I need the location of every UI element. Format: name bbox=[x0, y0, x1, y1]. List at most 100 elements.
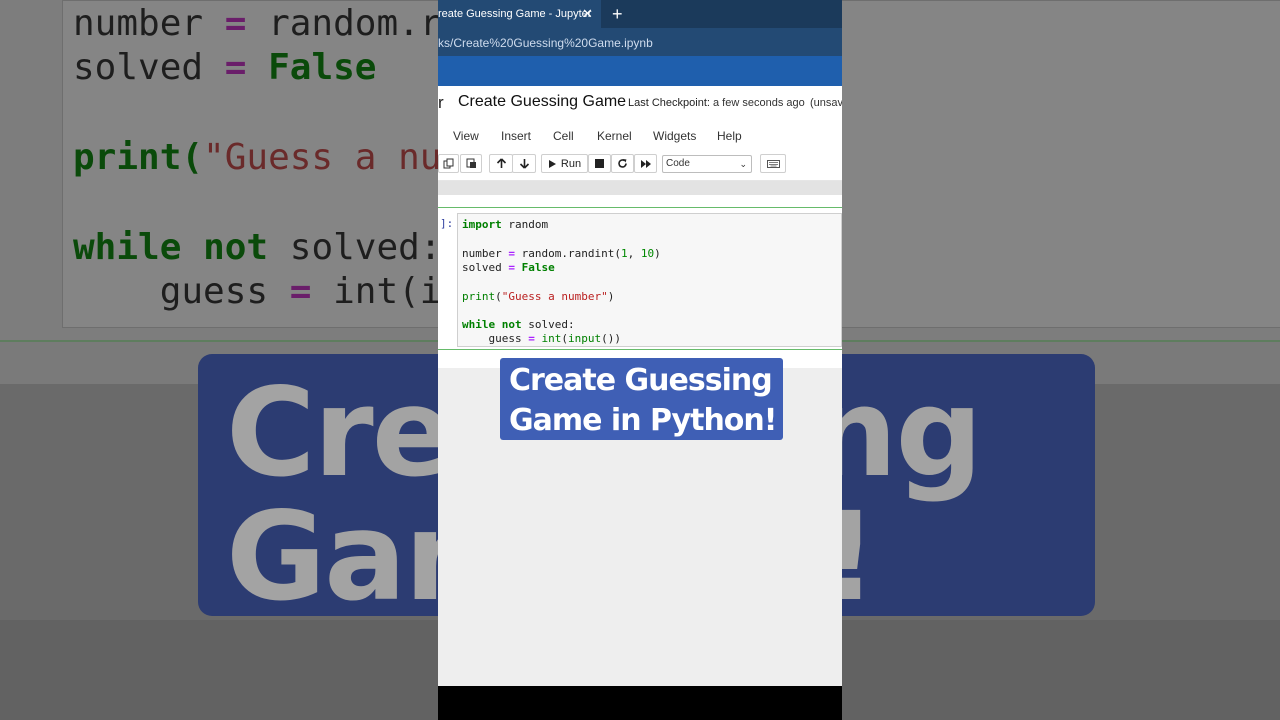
code-token: False bbox=[521, 260, 555, 274]
code-token: guess bbox=[462, 332, 529, 346]
jupyter-top-band bbox=[438, 56, 842, 86]
code-token: while bbox=[462, 318, 496, 332]
code-token: 1 bbox=[620, 246, 628, 260]
bg-code-line: solved = False bbox=[73, 47, 376, 88]
bg-code-token: = bbox=[224, 3, 247, 44]
menu-view[interactable]: View bbox=[453, 129, 479, 143]
run-button[interactable]: Run bbox=[541, 154, 588, 173]
bg-code-line: print("Guess a num bbox=[73, 137, 463, 178]
restart-button[interactable] bbox=[611, 154, 634, 173]
code-token: = bbox=[508, 246, 515, 260]
code-line: number = random.randint(1, 10) bbox=[462, 247, 661, 260]
code-token: ( bbox=[561, 332, 568, 346]
notebook-title[interactable]: Create Guessing Game bbox=[458, 93, 626, 111]
code-token: solved: bbox=[521, 318, 575, 332]
code-token: ()) bbox=[601, 332, 621, 346]
code-line: while not solved: bbox=[462, 318, 575, 331]
checkpoint-label: Last Checkpoint: bbox=[628, 97, 710, 109]
code-token: not bbox=[501, 318, 522, 332]
bg-code-line: guess = int(in bbox=[73, 271, 463, 312]
notebook-header: r Create Guessing Game Last Checkpoint: … bbox=[438, 86, 842, 120]
code-token: ) bbox=[654, 246, 661, 260]
arrow-up-icon bbox=[496, 158, 506, 168]
code-line: solved = False bbox=[462, 261, 555, 274]
browser-tab[interactable]: reate Guessing Game - Jupyter ✕ bbox=[438, 0, 601, 28]
code-token: , bbox=[627, 246, 641, 260]
browser-tab-bar: reate Guessing Game - Jupyter ✕ + bbox=[438, 0, 842, 28]
code-token: number bbox=[462, 246, 509, 260]
menu-widgets[interactable]: Widgets bbox=[653, 129, 696, 143]
new-tab-button[interactable]: + bbox=[612, 0, 623, 28]
checkpoint-value: a few seconds ago bbox=[713, 97, 805, 109]
unsaved-indicator: (unsav bbox=[810, 97, 842, 109]
bg-code-token: solved: bbox=[268, 227, 442, 268]
bg-code-token bbox=[246, 47, 268, 88]
code-editor[interactable]: import random number = random.randint(1, … bbox=[457, 213, 842, 347]
cell-prompt: ]: bbox=[440, 217, 454, 230]
paste-icon bbox=[466, 158, 476, 168]
code-token: ( bbox=[495, 289, 502, 303]
bg-code-token bbox=[181, 227, 203, 268]
bg-code-token: = bbox=[224, 47, 247, 88]
code-token: ) bbox=[607, 289, 615, 303]
video-frame: reate Guessing Game - Jupyter ✕ + ks/Cre… bbox=[438, 0, 842, 720]
code-token: input bbox=[567, 332, 602, 346]
code-token: "Guess a number" bbox=[501, 289, 608, 303]
notebook-gap bbox=[438, 181, 842, 195]
code-token: = bbox=[508, 260, 515, 274]
copy-icon bbox=[443, 158, 454, 169]
move-up-button[interactable] bbox=[489, 154, 513, 173]
menu-bar: View Insert Cell Kernel Widgets Help bbox=[438, 120, 842, 150]
jupyter-logo-fragment[interactable]: r bbox=[438, 93, 444, 113]
paste-cell-button[interactable] bbox=[460, 154, 482, 173]
notebook-container: ]: import random number = random.randint(… bbox=[438, 195, 842, 368]
code-token: = bbox=[528, 332, 535, 346]
menu-help[interactable]: Help bbox=[717, 129, 742, 143]
code-line: guess = int(input()) bbox=[462, 332, 621, 345]
overlay-line1: Create Guessing bbox=[509, 363, 773, 398]
fast-forward-icon bbox=[640, 159, 651, 168]
stop-icon bbox=[595, 159, 604, 168]
overlay-line2: Game in Python! bbox=[509, 403, 777, 438]
menu-cell[interactable]: Cell bbox=[553, 129, 574, 143]
close-icon[interactable]: ✕ bbox=[582, 0, 593, 28]
restart-run-all-button[interactable] bbox=[634, 154, 657, 173]
bg-code-line: while not solved: bbox=[73, 227, 441, 268]
menu-insert[interactable]: Insert bbox=[501, 129, 531, 143]
menu-kernel[interactable]: Kernel bbox=[597, 129, 632, 143]
video-letterbox-bar bbox=[438, 686, 842, 720]
interrupt-button[interactable] bbox=[588, 154, 611, 173]
bg-code-token: False bbox=[268, 47, 377, 88]
code-token: random.randint( bbox=[514, 246, 621, 260]
move-down-button[interactable] bbox=[512, 154, 536, 173]
bg-code-token: print( bbox=[73, 137, 204, 178]
chevron-down-icon: ⌄ bbox=[739, 159, 747, 169]
code-token: solved bbox=[462, 260, 509, 274]
bg-code-token: random.ra bbox=[246, 3, 464, 44]
copy-cell-button[interactable] bbox=[438, 154, 459, 173]
arrow-down-icon bbox=[519, 159, 529, 169]
tab-title: reate Guessing Game - Jupyter bbox=[438, 8, 592, 20]
code-token: import bbox=[462, 218, 502, 231]
code-line: import random bbox=[462, 218, 548, 231]
address-bar[interactable]: ks/Create%20Guessing%20Game.ipynb bbox=[438, 28, 842, 56]
cell-type-select[interactable]: Code ⌄ bbox=[662, 155, 752, 173]
keyboard-icon bbox=[766, 159, 780, 168]
bg-code-token: not bbox=[203, 227, 269, 268]
bg-code-token: = bbox=[289, 271, 312, 312]
bg-code-line: number = random.ra bbox=[73, 3, 463, 44]
command-palette-button[interactable] bbox=[760, 154, 786, 173]
code-line: print("Guess a number") bbox=[462, 290, 614, 303]
checkpoint-status: Last Checkpoint: a few seconds ago bbox=[628, 97, 805, 109]
overlay-title: Create Guessing Game in Python! bbox=[509, 361, 779, 441]
code-token: 10 bbox=[640, 246, 655, 260]
url-text: ks/Create%20Guessing%20Game.ipynb bbox=[438, 36, 653, 50]
bg-code-token: number bbox=[73, 3, 225, 44]
bg-code-token: guess bbox=[73, 271, 290, 312]
bg-code-token: while bbox=[73, 227, 182, 268]
title-overlay-banner: Create Guessing Game in Python! bbox=[500, 358, 783, 440]
notebook-toolbar: Run Code ⌄ bbox=[438, 150, 842, 181]
code-token: random bbox=[501, 218, 549, 231]
